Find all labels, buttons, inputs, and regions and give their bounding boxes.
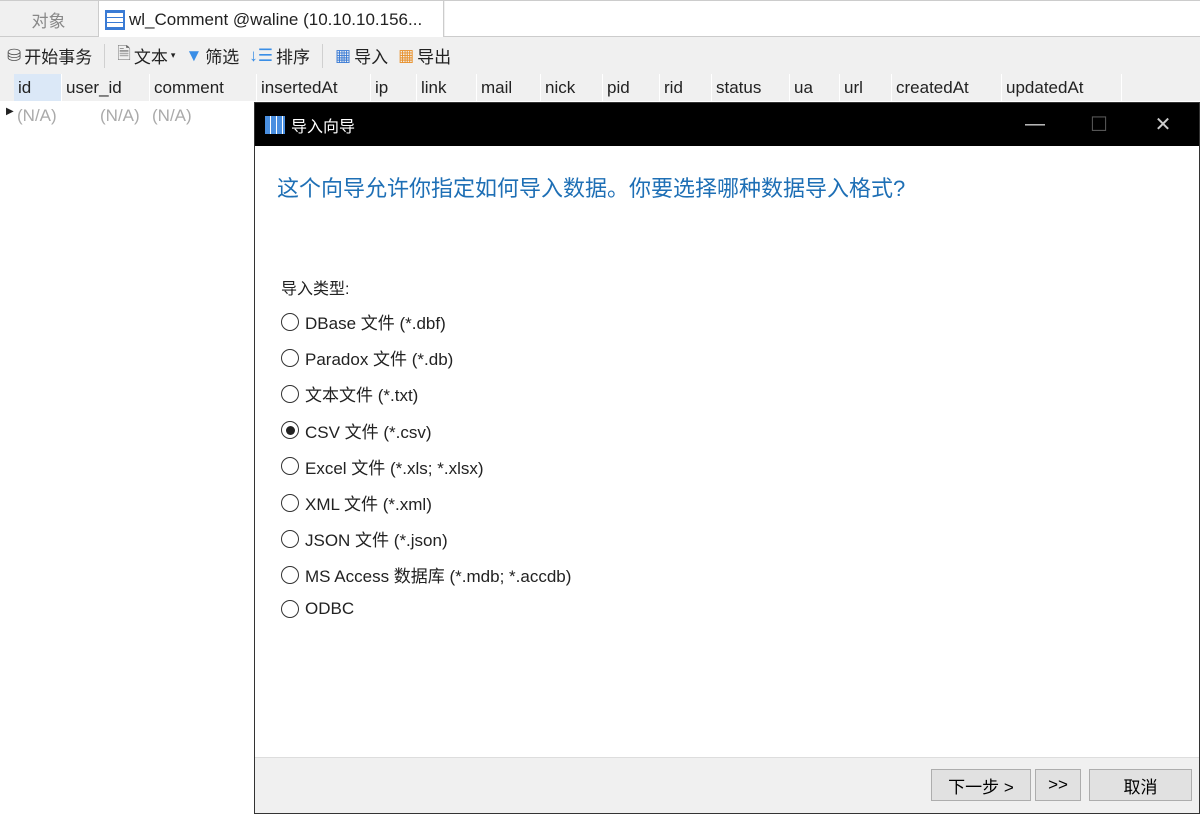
toolbar: ⛁ 开始事务 🗎 文本 ▾ ▼ 筛选 ↓☰ 排序 ▦ 导入 ▦ 导出: [0, 37, 1200, 74]
import-type-option[interactable]: JSON 文件 (*.json): [281, 526, 448, 551]
column-header[interactable]: ip: [371, 74, 417, 101]
cell[interactable]: (N/A): [17, 106, 57, 126]
radio-button[interactable]: [281, 457, 299, 476]
import-type-option[interactable]: DBase 文件 (*.dbf): [281, 309, 446, 334]
divider: [104, 43, 106, 68]
cell[interactable]: (N/A): [100, 106, 140, 126]
column-header[interactable]: rid: [660, 74, 712, 101]
column-header[interactable]: comment: [150, 74, 257, 101]
option-label: XML 文件 (*.xml): [305, 495, 432, 514]
import-type-option[interactable]: XML 文件 (*.xml): [281, 490, 432, 515]
row-indicator-icon: ▶: [6, 106, 14, 117]
tab-table[interactable]: wl_Comment @waline (10.10.10.156...: [98, 1, 444, 38]
tab-objects[interactable]: 对象: [0, 1, 97, 37]
column-header[interactable]: link: [417, 74, 477, 101]
import-type-option[interactable]: Excel 文件 (*.xls; *.xlsx): [281, 454, 484, 479]
option-label: Excel 文件 (*.xls; *.xlsx): [305, 458, 484, 478]
column-header[interactable]: id: [14, 74, 62, 101]
radio-button[interactable]: [281, 421, 299, 440]
cancel-button[interactable]: 取消: [1089, 769, 1192, 801]
dropdown-icon: ▾: [170, 50, 176, 60]
radio-button[interactable]: [281, 348, 299, 367]
sort-button[interactable]: ↓☰ 排序: [246, 43, 313, 68]
filter-button[interactable]: ▼ 筛选: [182, 43, 242, 68]
dialog-footer: 下一步 > >> 取消: [255, 757, 1199, 813]
export-button[interactable]: ▦ 导出: [395, 43, 454, 68]
text-button[interactable]: 🗎 文本 ▾: [114, 41, 178, 70]
tab-bar: 对象 wl_Comment @waline (10.10.10.156...: [0, 0, 1200, 38]
database-icon: ⛁: [7, 45, 22, 65]
option-label: JSON 文件 (*.json): [305, 531, 448, 551]
radio-button[interactable]: [281, 384, 299, 403]
import-type-option[interactable]: CSV 文件 (*.csv): [281, 418, 432, 443]
column-header[interactable]: nick: [541, 74, 603, 101]
column-header[interactable]: mail: [477, 74, 541, 101]
begin-transaction-button[interactable]: ⛁ 开始事务: [4, 43, 95, 68]
radio-button[interactable]: [281, 312, 299, 331]
import-icon: [265, 115, 285, 134]
radio-button[interactable]: [281, 493, 299, 512]
import-icon: ▦: [335, 45, 352, 65]
import-type-label: 导入类型:: [281, 281, 350, 298]
column-header[interactable]: updatedAt: [1002, 74, 1122, 101]
sort-icon: ↓☰: [249, 45, 274, 65]
option-label: 文本文件 (*.txt): [305, 386, 419, 406]
column-header[interactable]: createdAt: [892, 74, 1002, 101]
maximize-button[interactable]: ☐: [1069, 103, 1129, 146]
column-header[interactable]: url: [840, 74, 892, 101]
column-header[interactable]: user_id: [62, 74, 150, 101]
radio-button[interactable]: [281, 565, 299, 584]
option-label: DBase 文件 (*.dbf): [305, 314, 446, 333]
wizard-question: 这个向导允许你指定如何导入数据。你要选择哪种数据导入格式?: [277, 176, 906, 201]
import-button[interactable]: ▦ 导入: [332, 43, 391, 68]
next-button[interactable]: 下一步 >: [931, 769, 1031, 801]
document-icon: 🗎: [117, 44, 131, 63]
radio-button[interactable]: [281, 599, 299, 618]
import-type-option[interactable]: ODBC: [281, 599, 354, 619]
column-header[interactable]: ua: [790, 74, 840, 101]
dialog-titlebar: 导入向导 — ☐ ✕: [255, 103, 1199, 146]
radio-button[interactable]: [281, 529, 299, 548]
column-header[interactable]: insertedAt: [257, 74, 371, 101]
table-icon: [105, 9, 125, 30]
option-label: ODBC: [305, 598, 355, 618]
finish-button[interactable]: >>: [1035, 769, 1081, 801]
option-label: MS Access 数据库 (*.mdb; *.accdb): [305, 567, 572, 587]
divider: [322, 43, 324, 68]
option-label: CSV 文件 (*.csv): [305, 422, 432, 442]
column-header[interactable]: status: [712, 74, 790, 101]
import-type-option[interactable]: 文本文件 (*.txt): [281, 381, 418, 406]
close-button[interactable]: ✕: [1133, 103, 1193, 146]
table-row[interactable]: ▶ (N/A) (N/A) (N/A): [0, 101, 255, 129]
export-icon: ▦: [398, 45, 415, 65]
import-wizard-dialog: 导入向导 — ☐ ✕ 这个向导允许你指定如何导入数据。你要选择哪种数据导入格式?…: [254, 102, 1200, 814]
cell[interactable]: (N/A): [152, 106, 192, 126]
grid-header: id user_id comment insertedAt ip link ma…: [0, 74, 1200, 101]
filter-icon: ▼: [185, 45, 203, 65]
import-type-option[interactable]: MS Access 数据库 (*.mdb; *.accdb): [281, 562, 571, 587]
option-label: Paradox 文件 (*.db): [305, 350, 454, 370]
minimize-button[interactable]: —: [1005, 103, 1065, 146]
import-type-option[interactable]: Paradox 文件 (*.db): [281, 345, 453, 370]
column-header[interactable]: pid: [603, 74, 660, 101]
